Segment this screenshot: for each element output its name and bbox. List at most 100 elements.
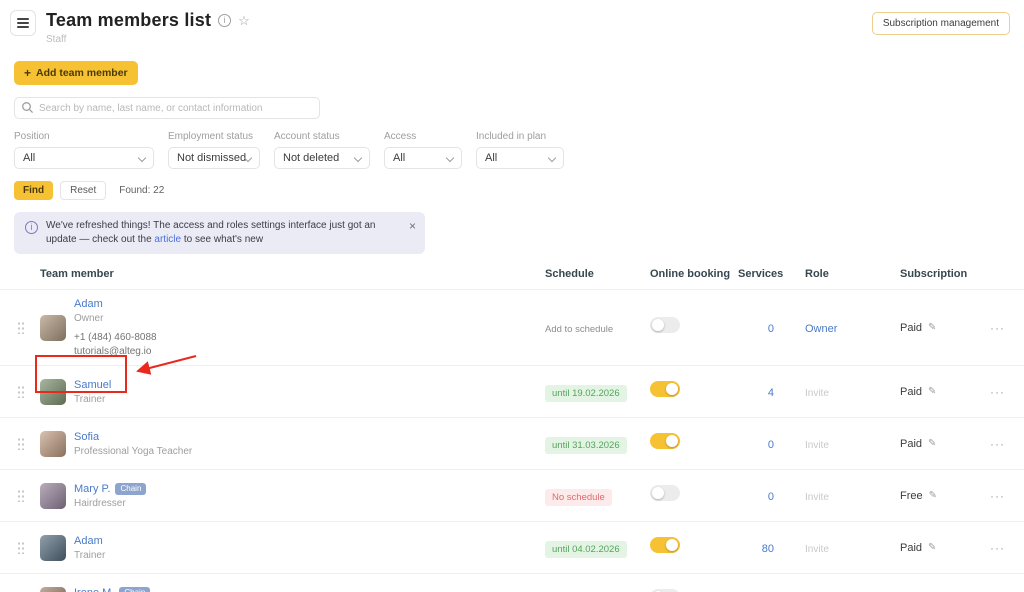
filter-access: Access All: [384, 131, 462, 169]
edit-pencil-icon[interactable]: ✎: [928, 386, 936, 397]
role-value[interactable]: Invite: [805, 544, 829, 555]
filter-label: Position: [14, 131, 154, 142]
menu-icon[interactable]: [10, 10, 36, 36]
schedule-value[interactable]: until 04.02.2026: [545, 541, 627, 558]
services-count-link[interactable]: 80: [762, 543, 774, 555]
table-row: Irene M. Chain Nail specialist No schedu…: [0, 573, 1024, 592]
table-row: Mary P. Chain Hairdresser No schedule 0 …: [0, 469, 1024, 521]
subscription-value: Paid: [900, 386, 922, 398]
online-booking-toggle[interactable]: [650, 433, 680, 449]
team-members-page: Team members list i ☆ Staff Subscription…: [0, 0, 1024, 592]
page-title: Team members list: [46, 10, 211, 31]
avatar[interactable]: [40, 431, 66, 457]
member-name-link[interactable]: Sofia: [74, 431, 99, 443]
avatar[interactable]: [40, 315, 66, 341]
schedule-value[interactable]: until 19.02.2026: [545, 385, 627, 402]
banner-article-link[interactable]: article: [154, 234, 181, 245]
services-count-link[interactable]: 0: [768, 439, 774, 451]
plus-icon: +: [24, 66, 31, 80]
row-menu-button[interactable]: ···: [990, 437, 1005, 451]
filter-included-in-plan: Included in plan All: [476, 131, 564, 169]
close-icon[interactable]: ×: [409, 218, 416, 235]
role-value[interactable]: Invite: [805, 492, 829, 503]
schedule-value[interactable]: No schedule: [545, 489, 612, 506]
filter-employment-status: Employment status Not dismissed: [168, 131, 260, 169]
schedule-value[interactable]: until 31.03.2026: [545, 437, 627, 454]
drag-handle-icon[interactable]: [17, 541, 24, 554]
add-team-member-button[interactable]: + Add team member: [14, 61, 138, 85]
subscription-value: Paid: [900, 438, 922, 450]
member-name-link[interactable]: Irene M.: [74, 587, 114, 592]
drag-handle-icon[interactable]: [17, 437, 24, 450]
row-menu-button[interactable]: ···: [990, 489, 1005, 503]
search-input[interactable]: [14, 97, 320, 119]
included-in-plan-select[interactable]: All: [476, 147, 564, 169]
position-select-value: All: [23, 152, 35, 164]
account-status-select[interactable]: Not deleted: [274, 147, 370, 169]
member-name-link[interactable]: Adam: [74, 298, 103, 310]
find-button[interactable]: Find: [14, 181, 53, 200]
role-value[interactable]: Invite: [805, 440, 829, 451]
member-name-link[interactable]: Adam: [74, 535, 103, 547]
subscription-value: Free: [900, 490, 923, 502]
employment-status-select[interactable]: Not dismissed: [168, 147, 260, 169]
online-booking-toggle[interactable]: [650, 537, 680, 553]
search-bar: [14, 97, 320, 119]
drag-handle-icon[interactable]: [17, 489, 24, 502]
team-members-table: Team member Schedule Online booking Serv…: [0, 268, 1024, 592]
services-count-link[interactable]: 4: [768, 387, 774, 399]
filter-label: Account status: [274, 131, 370, 142]
avatar[interactable]: [40, 587, 66, 592]
member-name-link[interactable]: Samuel: [74, 379, 111, 391]
star-icon[interactable]: ☆: [238, 14, 250, 27]
role-value[interactable]: Invite: [805, 388, 829, 399]
services-count-link[interactable]: 0: [768, 323, 774, 335]
member-title: Professional Yoga Teacher: [74, 446, 192, 457]
member-title: Trainer: [74, 394, 111, 405]
edit-pencil-icon[interactable]: ✎: [928, 542, 936, 553]
info-banner: i We've refreshed things! The access and…: [14, 212, 425, 254]
online-booking-toggle[interactable]: [650, 381, 680, 397]
info-icon[interactable]: i: [218, 14, 231, 27]
account-status-select-value: Not deleted: [283, 152, 339, 164]
drag-handle-icon[interactable]: [17, 385, 24, 398]
column-online-booking: Online booking: [650, 268, 738, 280]
edit-pencil-icon[interactable]: ✎: [928, 438, 936, 449]
filter-label: Employment status: [168, 131, 260, 142]
schedule-value[interactable]: Add to schedule: [545, 321, 620, 338]
access-select[interactable]: All: [384, 147, 462, 169]
chain-badge: Chain: [119, 587, 150, 592]
row-menu-button[interactable]: ···: [990, 385, 1005, 399]
online-booking-toggle[interactable]: [650, 317, 680, 333]
online-booking-toggle[interactable]: [650, 485, 680, 501]
drag-handle-icon[interactable]: [17, 321, 24, 334]
column-team-member: Team member: [40, 268, 545, 280]
avatar[interactable]: [40, 535, 66, 561]
title-block: Team members list i ☆ Staff: [46, 10, 250, 45]
services-count-link[interactable]: 0: [768, 491, 774, 503]
avatar[interactable]: [40, 483, 66, 509]
edit-pencil-icon[interactable]: ✎: [929, 490, 937, 501]
filter-label: Included in plan: [476, 131, 564, 142]
member-name-link[interactable]: Mary P.: [74, 483, 110, 495]
employment-status-select-value: Not dismissed: [177, 152, 246, 164]
avatar[interactable]: [40, 379, 66, 405]
top-bar: Team members list i ☆ Staff Subscription…: [0, 0, 1024, 45]
row-menu-button[interactable]: ···: [990, 541, 1005, 555]
reset-button[interactable]: Reset: [60, 181, 106, 200]
edit-pencil-icon[interactable]: ✎: [928, 322, 936, 333]
subscription-value: Paid: [900, 542, 922, 554]
row-menu-button[interactable]: ···: [990, 321, 1005, 335]
subscription-management-button[interactable]: Subscription management: [872, 12, 1010, 35]
position-select[interactable]: All: [14, 147, 154, 169]
member-phone: +1 (484) 460-8088: [74, 332, 157, 343]
filters-row: Position All Employment status Not dismi…: [14, 131, 1024, 169]
chain-badge: Chain: [115, 483, 146, 495]
table-row: Adam Trainer until 04.02.2026 80 Invite …: [0, 521, 1024, 573]
role-value[interactable]: Owner: [805, 323, 837, 335]
access-select-value: All: [393, 152, 405, 164]
member-title: Owner: [74, 313, 157, 324]
add-team-member-label: Add team member: [36, 67, 128, 79]
table-row: Sofia Professional Yoga Teacher until 31…: [0, 417, 1024, 469]
table-header: Team member Schedule Online booking Serv…: [0, 268, 1024, 289]
